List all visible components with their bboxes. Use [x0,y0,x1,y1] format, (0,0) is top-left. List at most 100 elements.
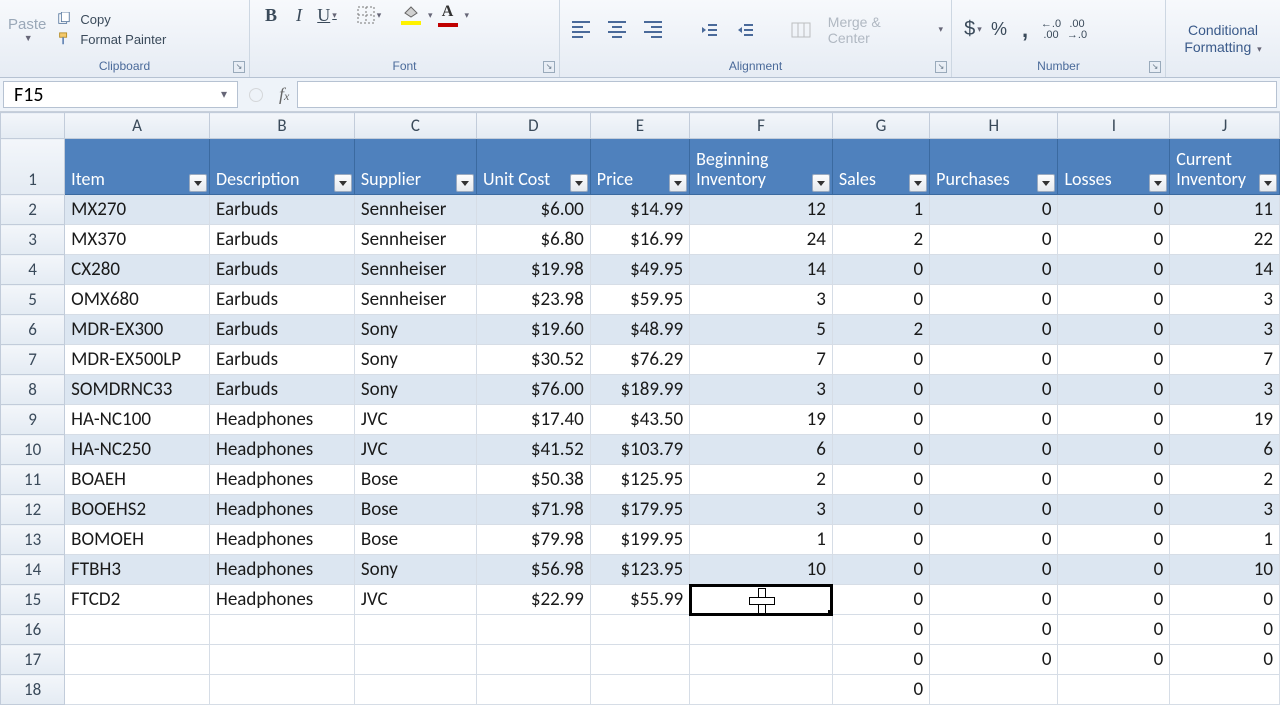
filter-button[interactable] [1037,174,1055,192]
cell-H9[interactable]: 0 [930,405,1058,435]
cell-B3[interactable]: Earbuds [210,225,355,255]
cell-J15[interactable]: 0 [1170,585,1280,615]
cell-I4[interactable]: 0 [1058,255,1170,285]
row-header-12[interactable]: 12 [1,495,65,525]
cell-D16[interactable] [476,615,590,645]
row-header-18[interactable]: 18 [1,675,65,705]
table-header-B[interactable]: Description [210,139,355,195]
decrease-indent-button[interactable] [696,17,722,43]
cell-A12[interactable]: BOOEHS2 [65,495,210,525]
cell-G5[interactable]: 0 [832,285,929,315]
cell-I11[interactable]: 0 [1058,465,1170,495]
cell-F10[interactable]: 6 [690,435,833,465]
cell-E17[interactable] [590,645,689,675]
cell-D15[interactable]: $22.99 [476,585,590,615]
cell-F15[interactable] [690,585,833,615]
cell-I13[interactable]: 0 [1058,525,1170,555]
filter-button[interactable] [189,174,207,192]
cell-E12[interactable]: $179.95 [590,495,689,525]
cell-G3[interactable]: 2 [832,225,929,255]
filter-button[interactable] [456,174,474,192]
table-header-A[interactable]: Item [65,139,210,195]
cell-J12[interactable]: 3 [1170,495,1280,525]
cell-D8[interactable]: $76.00 [476,375,590,405]
cell-I2[interactable]: 0 [1058,195,1170,225]
cell-D4[interactable]: $19.98 [476,255,590,285]
cell-F3[interactable]: 24 [690,225,833,255]
table-header-I[interactable]: Losses [1058,139,1170,195]
cell-E14[interactable]: $123.95 [590,555,689,585]
cell-I9[interactable]: 0 [1058,405,1170,435]
cell-G15[interactable]: 0 [832,585,929,615]
cell-C14[interactable]: Sony [354,555,476,585]
bold-button[interactable]: B [258,2,284,28]
col-header-J[interactable]: J [1170,113,1280,139]
cell-H8[interactable]: 0 [930,375,1058,405]
cell-F12[interactable]: 3 [690,495,833,525]
format-painter-button[interactable]: Format Painter [52,31,170,49]
cell-J16[interactable]: 0 [1170,615,1280,645]
paste-button[interactable]: Paste ▼ [8,16,52,43]
row-header-8[interactable]: 8 [1,375,65,405]
fill-handle[interactable] [828,610,833,615]
italic-button[interactable]: I [286,2,312,28]
dialog-launcher-icon[interactable]: ↘ [1149,61,1161,73]
cell-F11[interactable]: 2 [690,465,833,495]
cell-H11[interactable]: 0 [930,465,1058,495]
cell-J7[interactable]: 7 [1170,345,1280,375]
dialog-launcher-icon[interactable]: ↘ [935,61,947,73]
row-header-14[interactable]: 14 [1,555,65,585]
cell-H6[interactable]: 0 [930,315,1058,345]
row-header-13[interactable]: 13 [1,525,65,555]
cell-B7[interactable]: Earbuds [210,345,355,375]
cell-A5[interactable]: OMX680 [65,285,210,315]
cell-A8[interactable]: SOMDRNC33 [65,375,210,405]
cell-G7[interactable]: 0 [832,345,929,375]
cell-J4[interactable]: 14 [1170,255,1280,285]
cell-A4[interactable]: CX280 [65,255,210,285]
increase-indent-button[interactable] [732,17,758,43]
cell-E10[interactable]: $103.79 [590,435,689,465]
row-header-5[interactable]: 5 [1,285,65,315]
col-header-A[interactable]: A [65,113,210,139]
col-header-B[interactable]: B [210,113,355,139]
cell-A15[interactable]: FTCD2 [65,585,210,615]
table-header-C[interactable]: Supplier [354,139,476,195]
cell-F14[interactable]: 10 [690,555,833,585]
cell-C10[interactable]: JVC [354,435,476,465]
cell-I7[interactable]: 0 [1058,345,1170,375]
cell-C15[interactable]: JVC [354,585,476,615]
cell-I5[interactable]: 0 [1058,285,1170,315]
cell-G9[interactable]: 0 [832,405,929,435]
cell-B4[interactable]: Earbuds [210,255,355,285]
cell-G11[interactable]: 0 [832,465,929,495]
cell-J9[interactable]: 19 [1170,405,1280,435]
cell-J10[interactable]: 6 [1170,435,1280,465]
cell-A11[interactable]: BOAEH [65,465,210,495]
cell-H16[interactable]: 0 [930,615,1058,645]
cell-D12[interactable]: $71.98 [476,495,590,525]
cell-C17[interactable] [354,645,476,675]
cell-G8[interactable]: 0 [832,375,929,405]
row-header-15[interactable]: 15 [1,585,65,615]
cell-F6[interactable]: 5 [690,315,833,345]
cell-I18[interactable] [1058,675,1170,705]
cell-E8[interactable]: $189.99 [590,375,689,405]
filter-button[interactable] [909,174,927,192]
cell-J13[interactable]: 1 [1170,525,1280,555]
cell-E4[interactable]: $49.95 [590,255,689,285]
cell-D11[interactable]: $50.38 [476,465,590,495]
cell-F16[interactable] [690,615,833,645]
cell-J8[interactable]: 3 [1170,375,1280,405]
cell-I14[interactable]: 0 [1058,555,1170,585]
cell-D2[interactable]: $6.00 [476,195,590,225]
cell-B17[interactable] [210,645,355,675]
cell-H17[interactable]: 0 [930,645,1058,675]
cell-I10[interactable]: 0 [1058,435,1170,465]
cell-E6[interactable]: $48.99 [590,315,689,345]
col-header-I[interactable]: I [1058,113,1170,139]
filter-button[interactable] [812,174,830,192]
cell-G16[interactable]: 0 [832,615,929,645]
cell-F8[interactable]: 3 [690,375,833,405]
cell-C3[interactable]: Sennheiser [354,225,476,255]
